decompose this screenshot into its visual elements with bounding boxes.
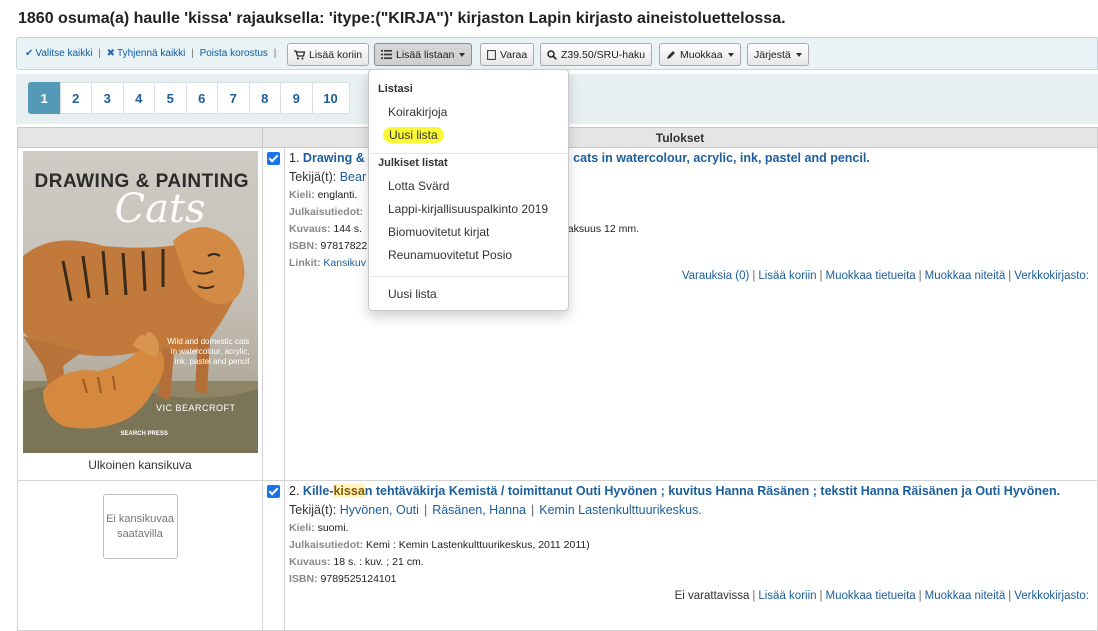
cover-cell: DRAWING & PAINTING Cats Wild and domesti… (17, 147, 263, 481)
list-item-lappi-palkinto[interactable]: Lappi-kirjallisuuspalkinto 2019 (388, 202, 548, 216)
add-to-list-dropdown: Listasi Koirakirjoja Uusi lista Julkiset… (368, 69, 569, 311)
select-cell (262, 480, 285, 631)
record-2: 2. Kille-kissan tehtäväkirja Kemistä / t… (285, 481, 1097, 606)
sort-dropdown-button[interactable]: Järjestä (747, 43, 809, 66)
bookmark-icon (487, 49, 496, 60)
list-icon (381, 50, 392, 59)
edit-record-link[interactable]: Muokkaa tietueita (826, 270, 916, 282)
search-icon (547, 49, 557, 60)
clear-all-link[interactable]: Tyhjennä kaikki (117, 48, 185, 59)
edit-dropdown-button[interactable]: Muokkaa (659, 43, 741, 66)
pagination: 1 2 3 4 5 6 7 8 9 10 (28, 82, 350, 114)
check-icon: ✔ (25, 48, 34, 59)
list-item-koirakirjoja[interactable]: Koirakirjoja (388, 105, 447, 119)
new-list-item[interactable]: Uusi lista (388, 287, 437, 301)
field-isbn: ISBN: 9789525124101 (289, 573, 397, 585)
author-link[interactable]: Bear (340, 170, 366, 184)
page-title: 1860 osuma(a) haulle 'kissa' rajauksella… (18, 10, 786, 27)
remove-highlight-link[interactable]: Poista korostus (200, 48, 268, 59)
record-checkbox[interactable] (267, 152, 280, 165)
list-item-lotta-svard[interactable]: Lotta Svärd (388, 179, 449, 193)
record-cell: 2. Kille-kissan tehtäväkirja Kemistä / t… (284, 480, 1098, 631)
results-toolbar: ✔ Valitse kaikki | ✖ Tyhjennä kaikki | Poi… (16, 37, 1098, 70)
record-title-link[interactable]: Drawing & (303, 151, 365, 165)
record-actions: Ei varattavissa | Lisää koriin | Muokkaa tie… (674, 590, 1089, 602)
select-cell (262, 147, 285, 481)
book-cover-image[interactable]: DRAWING & PAINTING Cats Wild and domesti… (22, 151, 258, 453)
page-link-8[interactable]: 8 (248, 82, 281, 114)
record-checkbox[interactable] (267, 485, 280, 498)
pencil-icon (667, 50, 675, 59)
chevron-down-icon (727, 52, 734, 57)
field-publication: Julkaisutiedot: Kemi : Kemin Lastenkultt… (289, 539, 590, 551)
record-title-link[interactable]: Kille-kissan tehtäväkirja Kemistä / toim… (303, 484, 1060, 498)
edit-items-link[interactable]: Muokkaa niteitä (925, 270, 1006, 282)
add-to-cart-link[interactable]: Lisää koriin (758, 270, 816, 282)
page-link-4[interactable]: 4 (122, 82, 155, 114)
list-item-uusi-lista-highlighted[interactable]: Uusi lista (383, 127, 444, 143)
chevron-down-icon (459, 52, 466, 57)
page-link-5[interactable]: 5 (154, 82, 187, 114)
author-link[interactable]: Kemin Lastenkulttuurikeskus. (539, 503, 702, 517)
add-to-cart-link[interactable]: Lisää koriin (758, 590, 816, 602)
search-term-highlight: kissa (333, 484, 365, 498)
author-link[interactable]: Räsänen, Hanna (432, 503, 526, 517)
cover-link[interactable]: Kansikuv (323, 257, 366, 269)
dropdown-divider (370, 276, 567, 277)
add-to-cart-button[interactable]: Lisää koriin (287, 43, 370, 66)
chevron-down-icon (795, 52, 802, 57)
author-link[interactable]: Hyvönen, Outi (340, 503, 419, 517)
cover-column-header (17, 127, 263, 148)
cover-caption: Ulkoinen kansikuva (88, 458, 192, 472)
list-item-biomuovitetut[interactable]: Biomuovitetut kirjat (388, 225, 489, 239)
record-authors: Tekijä(t): Hyvönen, Outi | Räsänen, Hanna |… (289, 503, 702, 517)
add-to-list-button[interactable]: Lisää listaan (374, 43, 473, 66)
dropdown-divider (370, 153, 567, 154)
table-row: Ei kansikuvaa saatavilla 2. Kille-kissan… (17, 480, 1098, 631)
cover-cell: Ei kansikuvaa saatavilla (17, 480, 263, 631)
page-link-2[interactable]: 2 (59, 82, 92, 114)
page-link-3[interactable]: 3 (91, 82, 124, 114)
cart-icon (294, 49, 305, 59)
selection-links: ✔ Valitse kaikki | ✖ Tyhjennä kaikki | Poi… (25, 48, 277, 59)
hold-button[interactable]: Varaa (480, 43, 535, 66)
page-link-6[interactable]: 6 (185, 82, 218, 114)
edit-record-link[interactable]: Muokkaa tietueita (826, 590, 916, 602)
opac-link[interactable]: Verkkokirjasto: (1014, 270, 1089, 282)
list-item-reunamuovitetut[interactable]: Reunamuovitetut Posio (388, 248, 512, 262)
page-link-7[interactable]: 7 (217, 82, 250, 114)
page-link-10[interactable]: 10 (311, 82, 350, 114)
opac-link[interactable]: Verkkokirjasto: (1014, 590, 1089, 602)
holds-link[interactable]: Varauksia (0) (682, 270, 750, 282)
record-title: 2. Kille-kissan tehtäväkirja Kemistä / t… (289, 484, 1061, 498)
my-lists-header: Listasi (378, 83, 413, 95)
record-title-link-tail[interactable]: c cats in watercolour, acrylic, ink, pas… (563, 151, 870, 165)
edit-items-link[interactable]: Muokkaa niteitä (925, 590, 1006, 602)
page-link-9[interactable]: 9 (280, 82, 313, 114)
select-all-link[interactable]: Valitse kaikki (35, 48, 92, 59)
field-language: Kieli: suomi. (289, 522, 349, 534)
public-lists-header: Julkiset listat (378, 157, 448, 169)
z3950-search-button[interactable]: Z39.50/SRU-haku (540, 43, 653, 66)
field-description: Kuvaus: 18 s. : kuv. ; 21 cm. (289, 556, 424, 568)
close-icon: ✖ (106, 48, 116, 59)
page-link-1[interactable]: 1 (28, 82, 61, 114)
no-cover-placeholder: Ei kansikuvaa saatavilla (102, 494, 178, 559)
not-holdable-text: Ei varattavissa (674, 590, 750, 602)
